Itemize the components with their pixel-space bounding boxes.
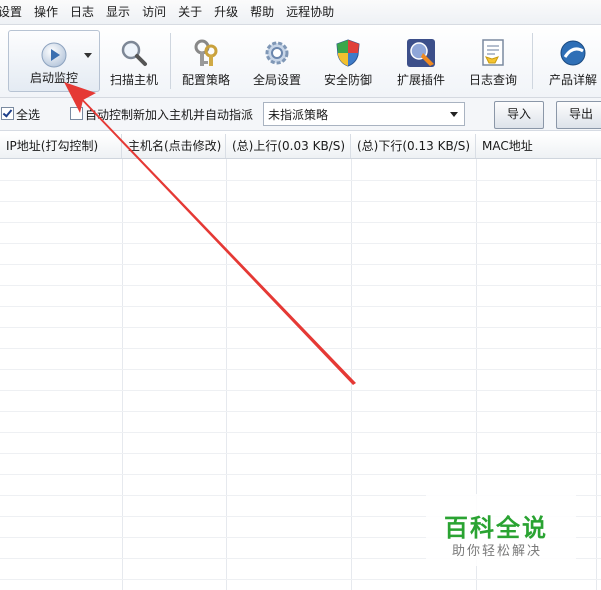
menu-upgrade[interactable]: 升级: [208, 0, 244, 24]
product-details-label: 产品详解: [548, 73, 597, 87]
row-divider: [0, 432, 601, 433]
row-divider: [0, 390, 601, 391]
start-dropdown-arrow-icon[interactable]: [84, 53, 92, 58]
chevron-down-icon: [450, 112, 458, 117]
row-divider: [0, 474, 601, 475]
column-mac[interactable]: MAC地址: [476, 134, 601, 158]
extension-plugins-button[interactable]: 扩展插件: [386, 27, 456, 93]
menu-remote-assist[interactable]: 远程协助: [280, 0, 340, 24]
column-hostname[interactable]: 主机名(点击修改): [122, 134, 226, 158]
menu-about[interactable]: 关于: [172, 0, 208, 24]
row-divider: [0, 180, 601, 181]
column-divider: [226, 159, 227, 590]
row-divider: [0, 243, 601, 244]
log-query-button[interactable]: 日志查询: [458, 27, 528, 93]
export-button[interactable]: 导出: [556, 101, 601, 129]
row-divider: [0, 348, 601, 349]
log-document-icon: [482, 39, 504, 66]
row-divider: [0, 285, 601, 286]
column-upload[interactable]: (总)上行(0.03 KB/S): [226, 134, 351, 158]
global-settings-button[interactable]: 全局设置: [243, 27, 311, 93]
select-all-checkbox[interactable]: [1, 107, 14, 120]
row-divider: [0, 264, 601, 265]
scan-hosts-label: 扫描主机: [109, 73, 158, 87]
import-button[interactable]: 导入: [494, 101, 544, 129]
column-divider: [351, 159, 352, 590]
play-icon: [41, 42, 67, 68]
menu-access[interactable]: 访问: [136, 0, 172, 24]
global-settings-label: 全局设置: [252, 73, 301, 87]
menu-help[interactable]: 帮助: [244, 0, 280, 24]
toolbar-separator: [532, 33, 533, 89]
menu-settings[interactable]: 设置: [0, 0, 28, 24]
toolbar-separator: [170, 33, 171, 89]
config-policy-button[interactable]: 配置策略: [172, 27, 240, 93]
select-all-label: 全选: [16, 108, 41, 122]
row-divider: [0, 222, 601, 223]
row-divider: [0, 306, 601, 307]
product-details-button[interactable]: 产品详解: [540, 27, 601, 93]
watermark-subtitle: 助你轻松解决: [452, 544, 543, 559]
extension-plugins-label: 扩展插件: [396, 73, 445, 87]
log-query-label: 日志查询: [468, 73, 517, 87]
scan-hosts-button[interactable]: 扫描主机: [100, 27, 168, 93]
column-divider: [122, 159, 123, 590]
start-monitor-button[interactable]: 启动监控: [8, 30, 100, 92]
row-divider: [0, 579, 601, 580]
menu-display[interactable]: 显示: [100, 0, 136, 24]
security-defense-button[interactable]: 安全防御: [314, 27, 382, 93]
auto-control-label: 自动控制新加入主机并自动指派: [85, 108, 254, 122]
column-divider: [596, 159, 597, 590]
row-divider: [0, 453, 601, 454]
policy-select-value: 未指派策略: [268, 108, 329, 122]
row-divider: [0, 369, 601, 370]
column-ip[interactable]: IP地址(打勾控制): [0, 134, 122, 158]
row-divider: [0, 327, 601, 328]
magnifier-icon: [121, 40, 147, 66]
plugin-icon: [407, 39, 435, 67]
menu-operate[interactable]: 操作: [28, 0, 64, 24]
row-divider: [0, 201, 601, 202]
gear-icon: [265, 41, 289, 65]
shield-icon: [336, 39, 360, 67]
menu-bar: 设置 操作 日志 显示 访问 关于 升级 帮助 远程协助: [0, 0, 601, 25]
host-table-header: IP地址(打勾控制) 主机名(点击修改) (总)上行(0.03 KB/S) (总…: [0, 134, 601, 159]
row-divider: [0, 411, 601, 412]
auto-control-checkbox[interactable]: [70, 107, 83, 120]
toolbar: 启动监控 扫描主机 配置策略 全局设置 安全防御 扩展插件 日志查询 产品详解: [0, 25, 601, 98]
start-monitor-label: 启动监控: [29, 71, 78, 85]
policy-select[interactable]: 未指派策略: [263, 102, 465, 126]
config-policy-label: 配置策略: [181, 73, 230, 87]
watermark: 百科全说 助你轻松解决: [426, 494, 576, 566]
security-defense-label: 安全防御: [323, 73, 372, 87]
keys-icon: [194, 39, 218, 66]
column-download[interactable]: (总)下行(0.13 KB/S): [351, 134, 476, 158]
watermark-title: 百科全说: [444, 514, 548, 542]
menu-log[interactable]: 日志: [64, 0, 100, 24]
info-disc-icon: [560, 40, 586, 66]
